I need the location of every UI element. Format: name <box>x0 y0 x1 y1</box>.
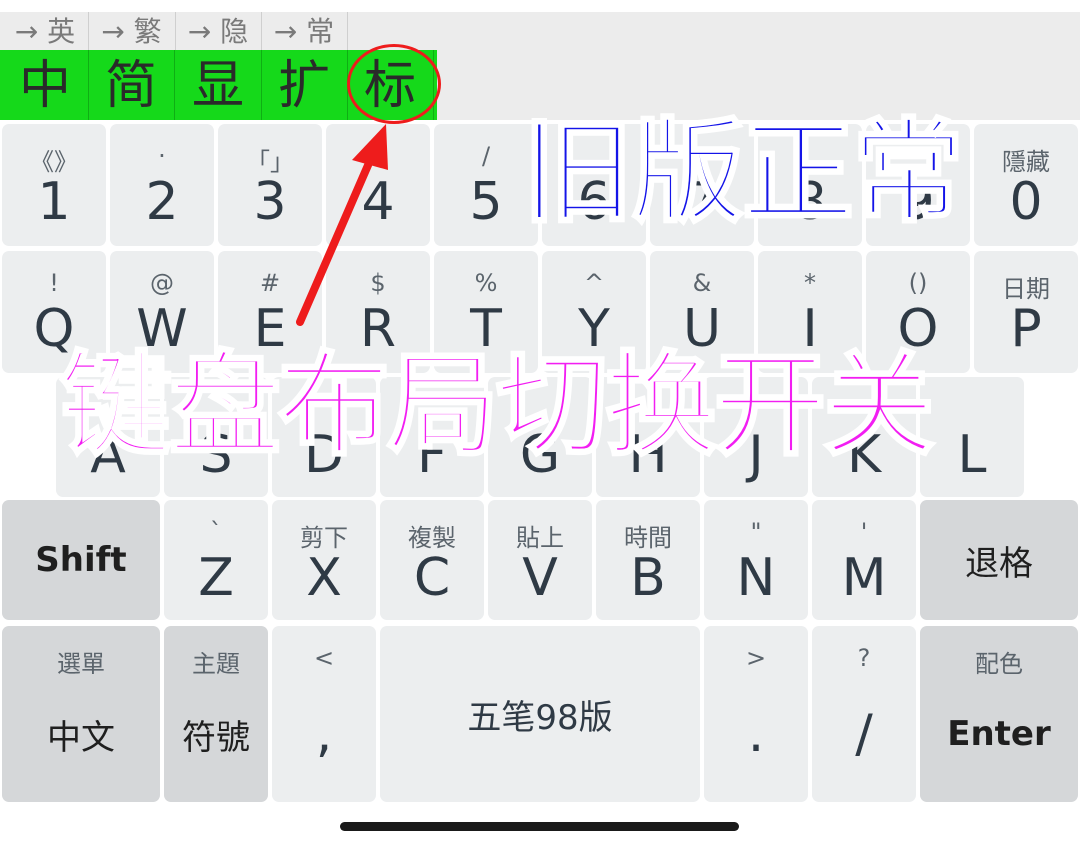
key-main-label: 4 <box>361 172 395 232</box>
key-sub-label: % <box>474 269 498 297</box>
shift-label: Shift <box>35 540 127 580</box>
key-numbers[interactable]: · 2 <box>110 124 214 246</box>
key-main-label: B <box>630 548 666 608</box>
key-main-label: 1 <box>37 172 71 232</box>
toolbar-top-item[interactable]: → 英 <box>2 12 89 50</box>
key-home[interactable]: L <box>920 377 1024 497</box>
space-key[interactable]: 五笔98版 <box>380 626 700 802</box>
key-main-label: Z <box>198 548 234 608</box>
key-main-label: X <box>306 548 342 608</box>
key-bottom[interactable]: 貼上 V <box>488 500 592 620</box>
key-sub-label: " <box>750 518 762 546</box>
backspace-label: 退格 <box>965 543 1033 584</box>
key-bottom[interactable]: 時間 B <box>596 500 700 620</box>
annotation-circle <box>347 44 441 124</box>
overlay-magenta-text: 键盘布局切换开关 <box>59 340 937 473</box>
key-sub-label: ! <box>49 269 59 297</box>
toolbar-top-item[interactable]: → 繁 <box>88 12 176 50</box>
key-numbers[interactable]: 4 <box>326 124 430 246</box>
toolbar-top-item[interactable]: → 隐 <box>175 12 262 50</box>
period-key[interactable]: > . <box>704 626 808 802</box>
backspace-key[interactable]: 退格 <box>920 500 1078 620</box>
home-indicator <box>340 822 739 831</box>
enter-label: Enter <box>947 714 1051 754</box>
toolbar-top-item[interactable]: → 常 <box>261 12 348 50</box>
space-label: 五笔98版 <box>467 697 613 738</box>
symbols-key[interactable]: 主題 符號 <box>164 626 268 802</box>
key-main-label: 2 <box>145 172 179 232</box>
key-sub-label: ^ <box>583 269 605 297</box>
key-sub-label: $ <box>370 269 386 297</box>
toolbar-main-item[interactable]: 显 <box>175 50 262 120</box>
key-numbers[interactable]: 「」 3 <box>218 124 322 246</box>
key-bottom[interactable]: ' M <box>812 500 916 620</box>
key-bottom[interactable]: ` Z <box>164 500 268 620</box>
key-sub-label: # <box>259 269 281 297</box>
comma-label: , <box>315 704 333 764</box>
key-sub-label: () <box>908 269 928 297</box>
toolbar-main-item[interactable]: 简 <box>88 50 175 120</box>
key-sub-label: ' <box>860 518 868 546</box>
key-sub-label: & <box>692 269 712 297</box>
key-main-label: 3 <box>253 172 287 232</box>
menu-key[interactable]: 選單 中文 <box>2 626 160 802</box>
key-sub-label: · <box>158 142 166 170</box>
overlay-blue-text: 旧版正常 <box>521 107 966 240</box>
symbols-label: 符號 <box>182 717 250 758</box>
key-bottom[interactable]: 複製 C <box>380 500 484 620</box>
key-bottom[interactable]: " N <box>704 500 808 620</box>
enter-key[interactable]: 配色 Enter <box>920 626 1078 802</box>
slash-key[interactable]: ? / <box>812 626 916 802</box>
menu-main-label: 中文 <box>47 717 115 758</box>
toolbar-main-item[interactable]: 扩 <box>261 50 348 120</box>
key-sub-label: @ <box>150 269 174 297</box>
shift-key[interactable]: Shift <box>2 500 160 620</box>
key-bottom[interactable]: 剪下 X <box>272 500 376 620</box>
key-sub-label: * <box>804 269 816 297</box>
key-main-label: 0 <box>1009 172 1043 232</box>
key-main-label: L <box>957 425 987 485</box>
key-main-label: C <box>413 548 451 608</box>
key-numbers[interactable]: 隱藏 0 <box>974 124 1078 246</box>
key-qwerty[interactable]: 日期 P <box>974 251 1078 373</box>
key-main-label: P <box>1010 299 1042 359</box>
key-sub-label: ` <box>210 518 222 546</box>
toolbar-main-item[interactable]: 中 <box>2 50 89 120</box>
key-main-label: N <box>736 548 776 608</box>
slash-label: / <box>855 704 873 764</box>
comma-key[interactable]: < , <box>272 626 376 802</box>
key-main-label: V <box>522 548 558 608</box>
key-numbers[interactable]: 《》 1 <box>2 124 106 246</box>
period-label: . <box>747 704 765 764</box>
key-main-label: M <box>841 548 887 608</box>
